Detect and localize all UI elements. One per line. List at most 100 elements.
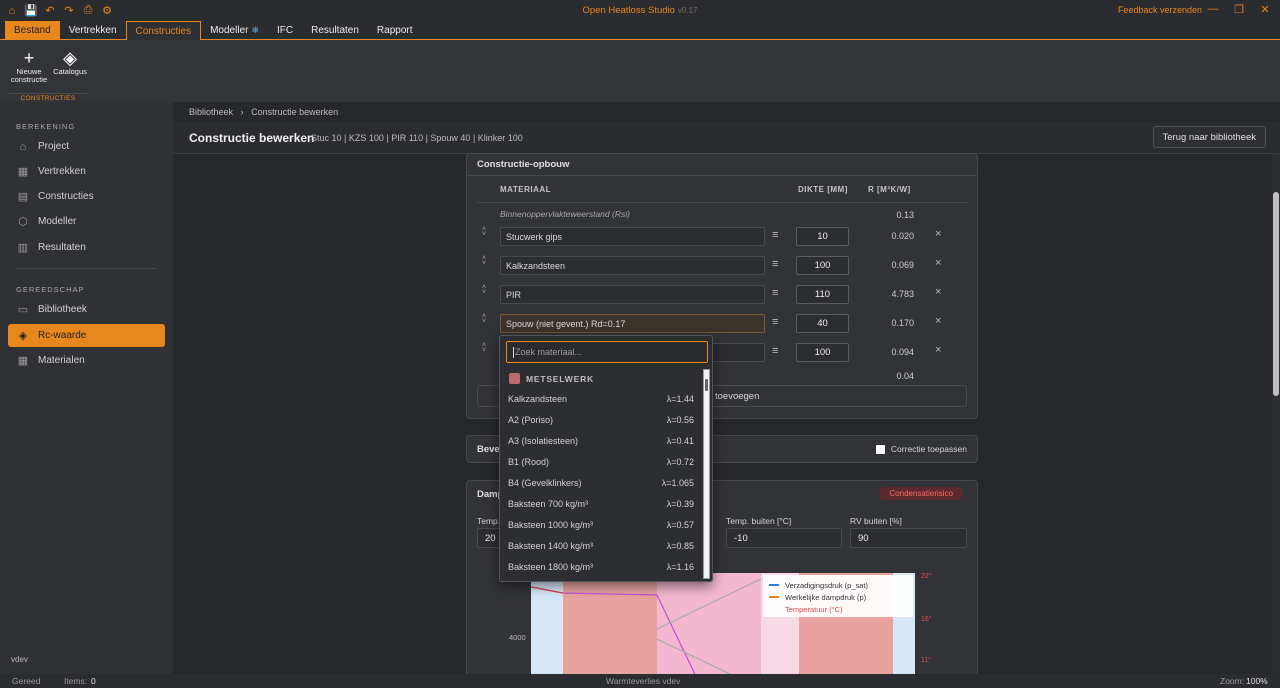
home-icon: ⌂ xyxy=(19,140,27,153)
layers-icon: ◈ xyxy=(18,330,28,342)
list-item[interactable]: Baksteen 1400 kg/m³ λ=0.85 xyxy=(508,541,694,551)
thickness-input[interactable]: 100 xyxy=(796,256,849,275)
tab-constructies[interactable]: Constructies xyxy=(125,21,202,40)
rsi-value: 0.13 xyxy=(896,210,914,220)
thickness-input[interactable]: 110 xyxy=(796,285,849,304)
legend-label-psat: Verzadigingsdruk (p_sat) xyxy=(785,581,868,590)
ribbon: + Nieuwe constructie ◈ Catalogus CONSTRU… xyxy=(0,40,1280,102)
thickness-input[interactable]: 10 xyxy=(796,227,849,246)
tab-vertrekken[interactable]: Vertrekken xyxy=(60,21,126,39)
delete-icon[interactable]: × xyxy=(935,315,941,327)
list-item[interactable]: Baksteen 1800 kg/m³ λ=1.16 xyxy=(508,562,694,572)
menu-icon[interactable]: ≡ xyxy=(772,287,778,299)
material-search-input[interactable]: Zoek materiaal... xyxy=(506,341,708,363)
rse-value: 0.04 xyxy=(896,371,914,381)
checkbox[interactable] xyxy=(875,444,885,454)
breadcrumb-current: Constructie bewerken xyxy=(251,107,339,117)
ribbon-group-label: CONSTRUCTIES xyxy=(8,93,88,102)
sidebar-item-materialen[interactable]: ▦ Materialen xyxy=(8,349,165,372)
breadcrumb-root[interactable]: Bibliotheek xyxy=(189,107,233,117)
status-zoom-value: 100% xyxy=(1246,676,1268,686)
rsi-label: Binnenoppervlakteweerstand (Rsi) xyxy=(500,209,630,219)
sidebar-divider xyxy=(16,268,156,269)
maximize-icon[interactable]: ❐ xyxy=(1232,3,1246,16)
sidebar-item-vertrekken[interactable]: ▦ Vertrekken xyxy=(8,160,165,183)
sidebar-item-bibliotheek[interactable]: ▭ Bibliotheek xyxy=(8,298,165,321)
move-arrows-icon[interactable]: ˄ ˅ xyxy=(480,342,488,354)
tab-bestand[interactable]: Bestand xyxy=(5,21,60,39)
scrollbar-thumb[interactable] xyxy=(1273,192,1279,396)
sidebar-footer-version: vdev xyxy=(11,655,28,664)
rh-outside-label: RV buiten [%] xyxy=(850,516,902,526)
tab-modeller[interactable]: Modeller ❄ xyxy=(201,21,268,39)
column-header-r: R [M²K/W] xyxy=(868,185,911,194)
list-item[interactable]: B1 (Rood) λ=0.72 xyxy=(508,457,694,467)
close-icon[interactable]: ✕ xyxy=(1258,3,1272,16)
material-field[interactable]: Spouw (niet gevent.) Rd=0.17 xyxy=(500,314,765,333)
category-header: METSELWERK xyxy=(509,373,594,384)
sidebar-item-project[interactable]: ⌂ Project xyxy=(8,135,165,158)
delete-icon[interactable]: × xyxy=(935,257,941,269)
vapour-chart-svg: Verzadigingsdruk (p_sat) Werkelijke damp… xyxy=(509,572,932,674)
r-value: 0.020 xyxy=(891,231,914,241)
move-arrows-icon[interactable]: ˄ ˅ xyxy=(480,226,488,238)
delete-icon[interactable]: × xyxy=(935,228,941,240)
chart-layer-band xyxy=(657,573,761,674)
chart-layer-band xyxy=(563,573,657,674)
book-icon: ▭ xyxy=(17,304,29,316)
catalog-button[interactable]: ◈ Catalogus xyxy=(47,48,93,76)
tab-ifc[interactable]: IFC xyxy=(268,21,302,39)
r-value: 0.094 xyxy=(891,347,914,357)
catalog-label: Catalogus xyxy=(53,67,87,76)
temp-outside-label: Temp. buiten [°C] xyxy=(726,516,792,526)
tab-resultaten[interactable]: Resultaten xyxy=(302,21,368,39)
rh-outside-input[interactable]: 90 xyxy=(850,528,967,548)
material-search-dropdown: Zoek materiaal... METSELWERK Kalkzandste… xyxy=(499,335,713,582)
y-tick-label: 4000 xyxy=(509,633,526,642)
menu-bar: Bestand Vertrekken Constructies Modeller… xyxy=(0,21,1280,40)
move-arrows-icon[interactable]: ˄ ˅ xyxy=(480,284,488,296)
sidebar-item-resultaten[interactable]: ▥ Resultaten xyxy=(8,236,165,259)
list-item[interactable]: Baksteen 1000 kg/m³ λ=0.57 xyxy=(508,520,694,530)
list-item[interactable]: B4 (Gevelklinkers) λ=1.065 xyxy=(508,478,694,488)
grid-icon: ▦ xyxy=(17,355,29,367)
new-construction-label: Nieuwe constructie xyxy=(10,67,48,85)
delete-icon[interactable]: × xyxy=(935,344,941,356)
minimize-icon[interactable]: — xyxy=(1206,3,1220,15)
r-value: 4.783 xyxy=(891,289,914,299)
list-item[interactable]: A3 (Isolatiesteen) λ=0.41 xyxy=(508,436,694,446)
column-header-material: MATERIAAL xyxy=(500,185,552,194)
menu-icon[interactable]: ≡ xyxy=(772,316,778,328)
back-to-library-button[interactable]: Terug naar bibliotheek xyxy=(1152,126,1266,148)
sidebar-item-constructies[interactable]: ▤ Constructies xyxy=(8,185,165,208)
list-item[interactable]: Kalkzandsteen λ=1.44 xyxy=(508,394,694,404)
move-arrows-icon[interactable]: ˄ ˅ xyxy=(480,313,488,325)
sidebar-section-gereedschap: GEREEDSCHAP xyxy=(16,285,85,294)
dropdown-scrollbar[interactable] xyxy=(703,369,710,579)
list-item[interactable]: A2 (Poriso) λ=0.56 xyxy=(508,415,694,425)
tab-rapport[interactable]: Rapport xyxy=(368,21,422,39)
scrollbar-thumb[interactable] xyxy=(705,379,708,391)
menu-icon[interactable]: ≡ xyxy=(772,229,778,241)
move-arrows-icon[interactable]: ˄ ˅ xyxy=(480,255,488,267)
feedback-link[interactable]: Feedback verzenden xyxy=(1118,5,1202,15)
correction-toggle[interactable]: Correctie toepassen xyxy=(875,444,967,454)
sidebar-item-modeller[interactable]: ⬡ Modeller xyxy=(8,210,165,233)
thickness-input[interactable]: 40 xyxy=(796,314,849,333)
material-field[interactable]: Kalkzandsteen xyxy=(500,256,765,275)
main-scrollbar[interactable] xyxy=(1272,154,1280,674)
menu-icon[interactable]: ≡ xyxy=(772,345,778,357)
temp-outside-input[interactable]: -10 xyxy=(726,528,842,548)
app-version: v0.17 xyxy=(677,6,698,15)
new-construction-button[interactable]: + Nieuwe constructie xyxy=(6,48,52,85)
material-field[interactable]: Stucwerk gips xyxy=(500,227,765,246)
legend-label-temp: Temperatuur (°C) xyxy=(785,605,843,614)
sidebar-item-rc-waarde[interactable]: ◈ Rc-waarde xyxy=(8,324,165,347)
thickness-input[interactable]: 100 xyxy=(796,343,849,362)
list-item[interactable]: Baksteen 700 kg/m³ λ=0.39 xyxy=(508,499,694,509)
title-bar: ⌂ 💾 ↶ ↷ ⎙ ⚙ Open Heatloss Studio v0.17 Fe… xyxy=(0,0,1280,21)
material-field[interactable]: PIR xyxy=(500,285,765,304)
y2-tick-label: 16° xyxy=(921,615,932,623)
delete-icon[interactable]: × xyxy=(935,286,941,298)
menu-icon[interactable]: ≡ xyxy=(772,258,778,270)
